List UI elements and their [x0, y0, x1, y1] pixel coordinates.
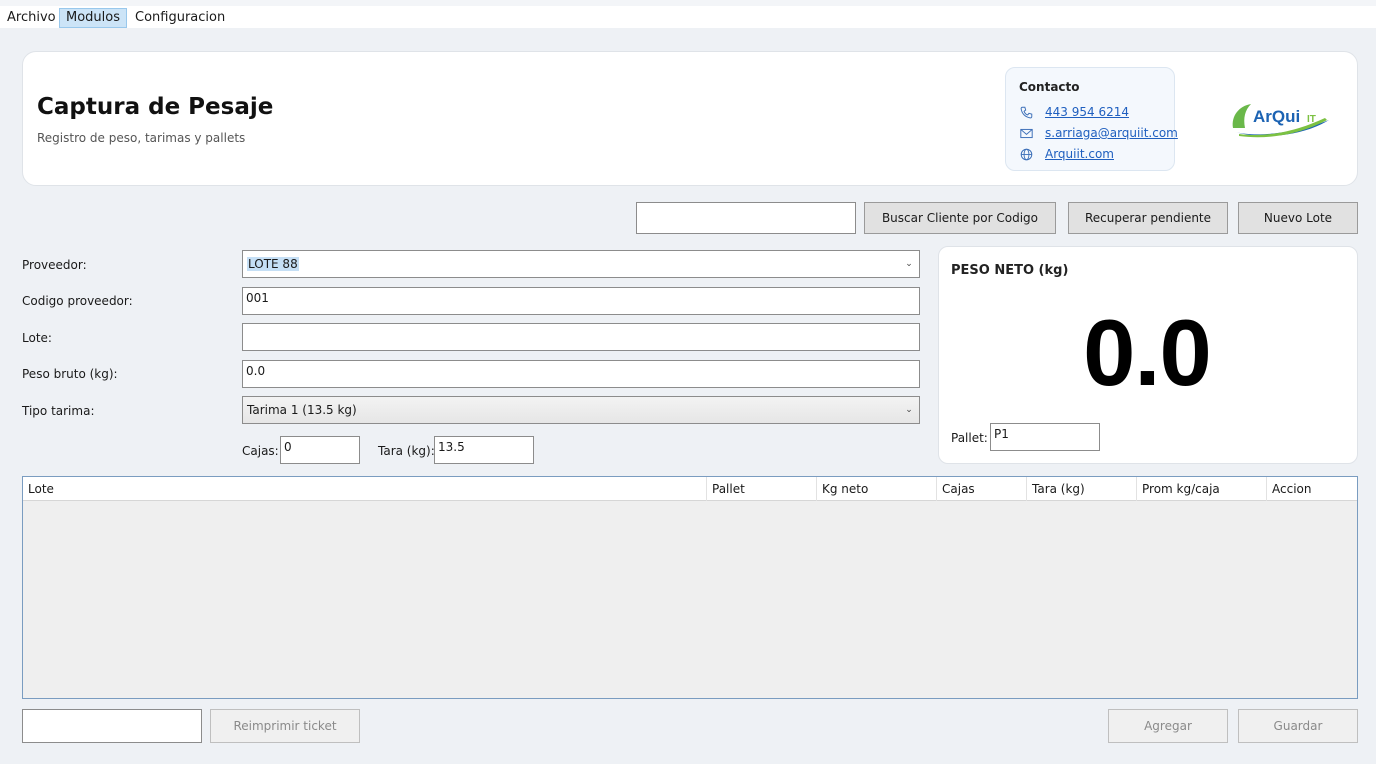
lote-label: Lote: — [22, 331, 52, 345]
tipo-tarima-combobox[interactable]: Tarima 1 (13.5 kg) ⌄ — [242, 396, 920, 424]
cliente-codigo-input[interactable] — [636, 202, 856, 234]
page-subtitle: Registro de peso, tarimas y pallets — [37, 131, 246, 145]
column-header-prom-kg-caja[interactable]: Prom kg/caja — [1137, 477, 1267, 501]
pesajes-table[interactable]: Lote Pallet Kg neto Cajas Tara (kg) Prom… — [22, 476, 1358, 699]
contact-email-link[interactable]: s.arriaga@arquiit.com — [1045, 126, 1178, 140]
peso-neto-card: PESO NETO (kg) 0.0 Pallet: P1 — [938, 246, 1358, 464]
column-header-cajas[interactable]: Cajas — [937, 477, 1027, 501]
contact-web-row: Arquiit.com — [1019, 146, 1114, 162]
recuperar-pendiente-button[interactable]: Recuperar pendiente — [1068, 202, 1228, 234]
tara-label: Tara (kg): — [378, 444, 435, 458]
table-header: Lote Pallet Kg neto Cajas Tara (kg) Prom… — [23, 477, 1357, 501]
peso-bruto-label: Peso bruto (kg): — [22, 367, 118, 381]
svg-text:IT: IT — [1307, 114, 1316, 125]
reimprimir-ticket-button[interactable]: Reimprimir ticket — [210, 709, 360, 743]
header-card: Captura de Pesaje Registro de peso, tari… — [22, 51, 1358, 186]
globe-icon — [1019, 147, 1033, 161]
guardar-button[interactable]: Guardar — [1238, 709, 1358, 743]
svg-text:ArQui: ArQui — [1253, 107, 1300, 126]
menu-modulos[interactable]: Modulos — [59, 8, 127, 28]
peso-bruto-input[interactable]: 0.0 — [242, 360, 920, 388]
tara-input[interactable]: 13.5 — [434, 436, 534, 464]
tipo-tarima-label: Tipo tarima: — [22, 404, 95, 418]
contact-phone-row: 443 954 6214 — [1019, 104, 1129, 120]
contact-box: Contacto 443 954 6214 s.arriaga@arquiit.… — [1005, 67, 1178, 171]
arquiit-logo: ArQui IT — [1229, 98, 1333, 138]
proveedor-value: LOTE 88 — [247, 257, 299, 271]
chevron-down-icon: ⌄ — [905, 259, 913, 269]
column-header-lote[interactable]: Lote — [23, 477, 707, 501]
page-title: Captura de Pesaje — [37, 94, 274, 120]
peso-neto-value: 0.0 — [1083, 300, 1212, 405]
column-header-tara[interactable]: Tara (kg) — [1027, 477, 1137, 501]
codigo-proveedor-label: Codigo proveedor: — [22, 294, 133, 308]
peso-neto-title: PESO NETO (kg) — [951, 263, 1069, 278]
menu-configuracion[interactable]: Configuracion — [128, 8, 232, 28]
column-header-accion[interactable]: Accion — [1267, 477, 1357, 501]
cajas-input[interactable]: 0 — [280, 436, 360, 464]
proveedor-combobox[interactable]: LOTE 88 ⌄ — [242, 250, 920, 278]
contact-web-link[interactable]: Arquiit.com — [1045, 147, 1114, 161]
column-header-kg-neto[interactable]: Kg neto — [817, 477, 937, 501]
buscar-cliente-button[interactable]: Buscar Cliente por Codigo — [864, 202, 1056, 234]
pallet-label: Pallet: — [951, 431, 988, 445]
column-header-pallet[interactable]: Pallet — [707, 477, 817, 501]
ticket-input[interactable] — [22, 709, 202, 743]
contact-phone-link[interactable]: 443 954 6214 — [1045, 105, 1129, 119]
menu-archivo[interactable]: Archivo — [0, 8, 63, 28]
proveedor-label: Proveedor: — [22, 258, 87, 272]
nuevo-lote-button[interactable]: Nuevo Lote — [1238, 202, 1358, 234]
menu-bar: Archivo Modulos Configuracion — [0, 0, 1376, 28]
agregar-button[interactable]: Agregar — [1108, 709, 1228, 743]
contact-email-row: s.arriaga@arquiit.com — [1019, 125, 1178, 141]
phone-icon — [1019, 105, 1033, 119]
mail-icon — [1019, 126, 1033, 140]
chevron-down-icon: ⌄ — [905, 405, 913, 415]
contact-title: Contacto — [1019, 80, 1080, 94]
cajas-label: Cajas: — [242, 444, 279, 458]
pallet-input[interactable]: P1 — [990, 423, 1100, 451]
lote-input[interactable] — [242, 323, 920, 351]
tipo-tarima-value: Tarima 1 (13.5 kg) — [247, 403, 357, 417]
codigo-proveedor-input[interactable]: 001 — [242, 287, 920, 315]
